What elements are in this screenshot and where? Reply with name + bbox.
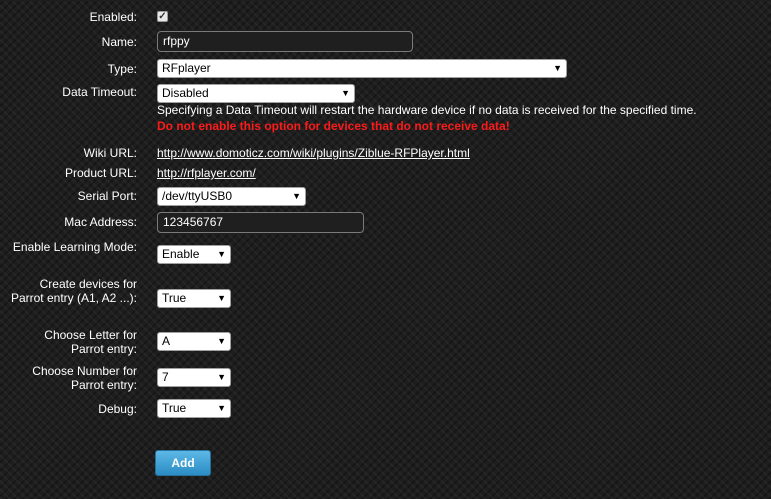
parrot-number-select-value: 7 — [162, 370, 169, 384]
data-timeout-warning: Do not enable this option for devices th… — [157, 119, 510, 133]
serial-port-label: Serial Port: — [77, 189, 137, 203]
parrot-letter-select[interactable]: A ▼ — [157, 332, 231, 351]
mac-address-input[interactable]: 123456767 — [157, 212, 364, 233]
wiki-url-label: Wiki URL: — [83, 146, 137, 160]
mac-address-label: Mac Address: — [64, 215, 137, 229]
chevron-down-icon: ▼ — [217, 249, 226, 259]
enabled-checkbox[interactable]: ✓ — [157, 11, 168, 22]
chevron-down-icon: ▼ — [217, 372, 226, 382]
data-timeout-description: Specifying a Data Timeout will restart t… — [157, 103, 697, 117]
add-button[interactable]: Add — [155, 450, 211, 476]
parrot-number-select[interactable]: 7 ▼ — [157, 368, 231, 387]
data-timeout-select[interactable]: Disabled ▼ — [157, 84, 355, 103]
chevron-down-icon: ▼ — [292, 191, 301, 201]
chevron-down-icon: ▼ — [553, 63, 562, 73]
debug-select[interactable]: True ▼ — [157, 399, 231, 418]
debug-label: Debug: — [98, 402, 137, 416]
parrot-create-select-value: True — [162, 291, 187, 305]
data-timeout-select-value: Disabled — [162, 86, 209, 100]
name-input[interactable]: rfppy — [157, 31, 413, 52]
chevron-down-icon: ▼ — [217, 403, 226, 413]
learning-mode-select-value: Enable — [162, 247, 200, 261]
serial-port-select-value: /dev/ttyUSB0 — [162, 189, 233, 203]
data-timeout-label: Data Timeout: — [62, 85, 137, 99]
parrot-create-select[interactable]: True ▼ — [157, 289, 231, 308]
product-url-link[interactable]: http://rfplayer.com/ — [157, 166, 256, 180]
parrot-letter-label: Choose Letter for Parrot entry: — [44, 328, 137, 356]
parrot-create-label: Create devices for Parrot entry (A1, A2 … — [10, 277, 137, 305]
parrot-letter-select-value: A — [162, 334, 171, 348]
chevron-down-icon: ▼ — [341, 88, 350, 98]
learning-mode-label: Enable Learning Mode: — [12, 240, 137, 254]
type-select[interactable]: RFplayer ▼ — [157, 59, 567, 78]
debug-select-value: True — [162, 401, 187, 415]
checkmark-icon: ✓ — [158, 11, 167, 22]
type-select-value: RFplayer — [162, 61, 211, 75]
product-url-label: Product URL: — [64, 166, 137, 180]
chevron-down-icon: ▼ — [217, 336, 226, 346]
chevron-down-icon: ▼ — [217, 293, 226, 303]
enabled-label: Enabled: — [89, 10, 137, 24]
parrot-number-label: Choose Number for Parrot entry: — [32, 364, 137, 392]
wiki-url-link[interactable]: http://www.domoticz.com/wiki/plugins/Zib… — [157, 146, 470, 160]
name-label: Name: — [101, 35, 137, 49]
serial-port-select[interactable]: /dev/ttyUSB0 ▼ — [157, 187, 306, 206]
learning-mode-select[interactable]: Enable ▼ — [157, 245, 231, 264]
type-label: Type: — [107, 62, 137, 76]
